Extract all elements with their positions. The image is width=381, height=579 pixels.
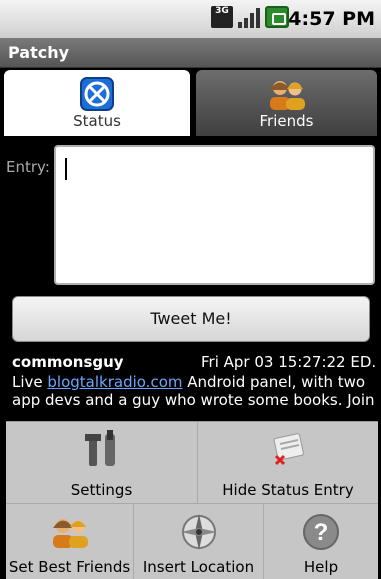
clock: 4:57 PM — [288, 8, 375, 30]
menu-item-label: Set Best Friends — [8, 558, 131, 576]
menu-item-label: Hide Status Entry — [222, 481, 354, 499]
menu-item-set-best-friends[interactable]: Set Best Friends — [6, 504, 134, 579]
tweet-me-button[interactable]: Tweet Me! — [12, 296, 370, 342]
menu-item-label: Settings — [70, 481, 133, 499]
tab-status-label: Status — [73, 112, 121, 130]
app-title: Patchy — [8, 43, 70, 62]
menu-item-label: Help — [303, 558, 339, 576]
tab-bar: Status Friends — [0, 68, 381, 138]
tab-friends-label: Friends — [259, 112, 314, 130]
wrench-icon — [84, 430, 115, 466]
text-cursor — [65, 158, 67, 180]
status-icon — [80, 77, 114, 111]
status-icons: 3G — [211, 6, 289, 28]
options-menu: Settings Hide Status Entry Set Best Frie… — [6, 421, 378, 579]
compass-icon — [180, 514, 217, 550]
network-3g-icon: 3G — [211, 6, 233, 28]
menu-item-help[interactable]: ? Help — [264, 504, 378, 579]
tweet-text: Live blogtalkradio.com Android panel, wi… — [12, 373, 376, 409]
status-bar: 3G 4:57 PM — [0, 0, 381, 38]
menu-item-insert-location[interactable]: Insert Location — [134, 504, 264, 579]
tweet-date: Fri Apr 03 15:27:22 ED.. — [201, 353, 376, 371]
battery-charging-icon — [265, 6, 289, 28]
entry-field[interactable] — [54, 145, 375, 285]
menu-item-settings[interactable]: Settings — [6, 422, 198, 504]
app-title-bar: Patchy — [0, 38, 381, 68]
tweet-link[interactable]: blogtalkradio.com — [47, 373, 182, 391]
help-icon: ? — [303, 514, 339, 550]
friends-icon — [52, 519, 88, 548]
menu-item-label: Insert Location — [142, 558, 255, 576]
tweet-text-start: Live — [12, 373, 48, 391]
entry-label: Entry: — [6, 158, 50, 176]
tab-friends[interactable]: Friends — [196, 70, 377, 136]
tab-status[interactable]: Status — [4, 70, 190, 136]
friends-icon — [269, 81, 305, 110]
svg-text:?: ? — [314, 519, 329, 546]
menu-item-hide-status-entry[interactable]: Hide Status Entry — [198, 422, 378, 504]
signal-strength-icon — [237, 6, 261, 28]
network-type: 3G — [215, 6, 229, 16]
hide-entry-icon — [273, 433, 304, 466]
tweet-user: commonsguy — [12, 353, 124, 371]
